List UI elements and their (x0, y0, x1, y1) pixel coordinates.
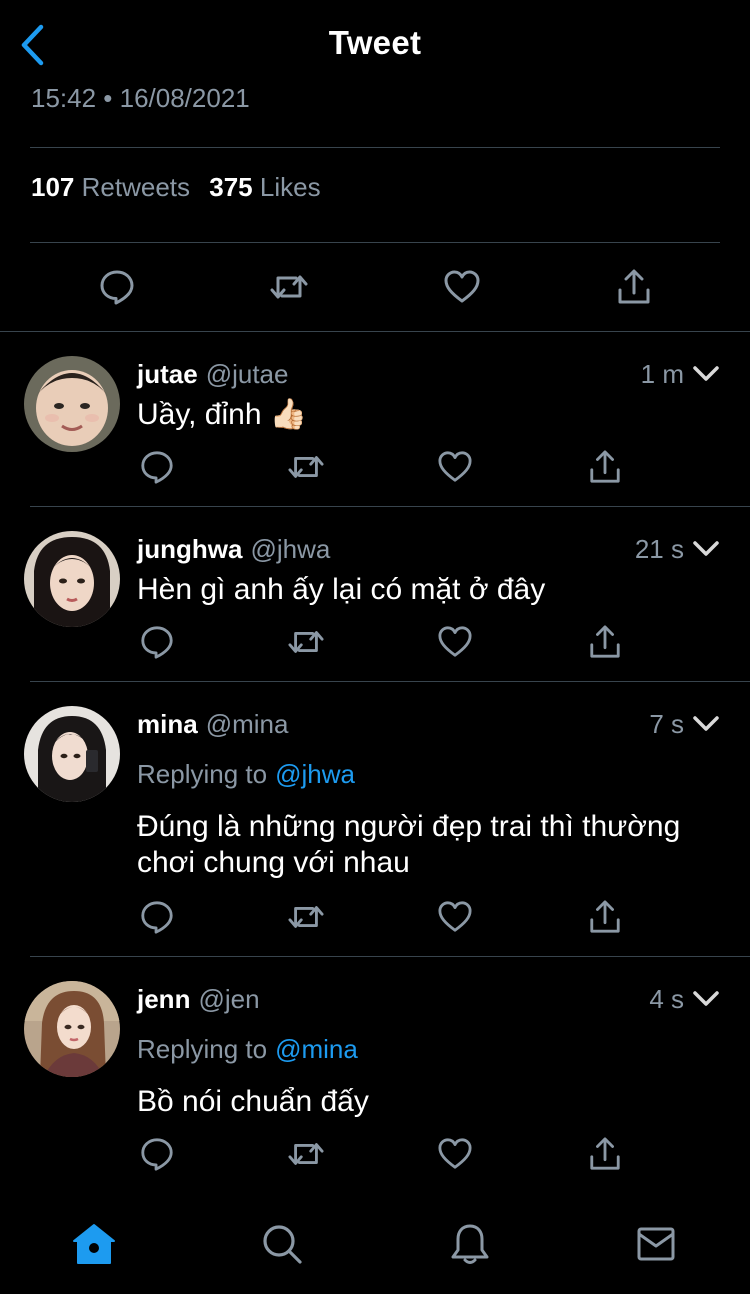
header: Tweet (0, 0, 750, 90)
home-icon (73, 1224, 115, 1264)
retweet-icon (288, 1143, 324, 1165)
reply-time: 7 s (649, 709, 684, 739)
divider (30, 242, 720, 243)
tweet-stats: 107 Retweets 375 Likes (31, 172, 333, 203)
reply-button[interactable] (136, 622, 178, 662)
search-icon (263, 1225, 302, 1264)
tab-messages[interactable] (630, 1218, 682, 1270)
share-button[interactable] (584, 897, 626, 937)
heart-icon (438, 901, 472, 932)
share-icon (590, 900, 620, 933)
heart-icon (438, 1138, 472, 1169)
bell-icon (451, 1224, 489, 1264)
tab-notifications[interactable] (444, 1218, 496, 1270)
heart-icon (438, 451, 472, 482)
likes-label[interactable]: Likes (260, 172, 321, 202)
reply-button[interactable] (136, 1134, 178, 1174)
mention-link[interactable]: @jhwa (275, 759, 355, 789)
heart-icon (444, 270, 480, 303)
reply-time: 1 m (640, 359, 684, 389)
user-handle[interactable]: @jhwa (250, 534, 330, 564)
bottom-tab-bar (0, 1200, 750, 1294)
likes-count[interactable]: 375 (209, 172, 252, 202)
like-button[interactable] (434, 897, 476, 937)
reply-author[interactable]: jutae @jutae (137, 359, 288, 390)
share-icon (590, 450, 620, 483)
like-button[interactable] (434, 447, 476, 487)
share-button[interactable] (584, 447, 626, 487)
reply-item[interactable]: mina @mina 7 s Replying to @jhwa Đúng là n… (0, 681, 750, 956)
reply-text: Uầy, đỉnh 👍🏻 (137, 398, 308, 431)
replying-to: Replying to @jhwa (137, 759, 355, 790)
display-name[interactable]: mina (137, 709, 198, 739)
retweet-button[interactable] (266, 262, 312, 312)
retweet-icon (288, 631, 324, 653)
reply-item[interactable]: jenn @jen 4 s Replying to @mina Bồ nói chu… (0, 956, 750, 1191)
user-handle[interactable]: @jutae (206, 359, 289, 389)
share-icon (590, 1137, 620, 1170)
mail-icon (637, 1227, 675, 1261)
reply-icon (141, 626, 173, 659)
reply-item[interactable]: junghwa @jhwa 21 s Hèn gì anh ấy lại có m… (0, 506, 750, 681)
reply-button[interactable] (96, 262, 138, 312)
reply-author[interactable]: jenn @jen (137, 984, 260, 1015)
display-name[interactable]: jenn (137, 984, 190, 1014)
reply-icon (100, 270, 134, 305)
reply-text: Hèn gì anh ấy lại có mặt ở đây (137, 573, 546, 606)
reply-text: Đúng là những người đẹp trai thì thường … (137, 810, 681, 879)
chevron-down-icon[interactable] (692, 710, 720, 738)
reply-button[interactable] (136, 897, 178, 937)
reply-author[interactable]: mina @mina (137, 709, 288, 740)
retweets-count[interactable]: 107 (31, 172, 74, 202)
chevron-down-icon[interactable] (692, 535, 720, 563)
like-button[interactable] (440, 262, 484, 312)
retweet-button[interactable] (284, 447, 328, 487)
reply-icon (141, 901, 173, 934)
replying-to-label: Replying to (137, 1034, 268, 1064)
share-button[interactable] (584, 622, 626, 662)
reply-author[interactable]: junghwa @jhwa (137, 534, 330, 565)
replying-to: Replying to @mina (137, 1034, 358, 1065)
retweets-label[interactable]: Retweets (82, 172, 190, 202)
retweet-button[interactable] (284, 897, 328, 937)
tab-search[interactable] (256, 1218, 308, 1270)
avatar[interactable] (24, 356, 120, 452)
retweet-icon (270, 275, 308, 299)
divider (30, 147, 720, 148)
display-name[interactable]: junghwa (137, 534, 242, 564)
replying-to-label: Replying to (137, 759, 268, 789)
share-icon (618, 269, 650, 304)
retweet-icon (288, 456, 324, 478)
reply-item[interactable]: jutae @jutae 1 m Uầy, đỉnh 👍🏻 (0, 331, 750, 506)
page-title: Tweet (328, 24, 422, 61)
retweet-icon (288, 906, 324, 928)
reply-icon (141, 451, 173, 484)
like-button[interactable] (434, 622, 476, 662)
reply-time: 4 s (649, 984, 684, 1014)
retweet-button[interactable] (284, 1134, 328, 1174)
mention-link[interactable]: @mina (275, 1034, 358, 1064)
tweet-action-bar (0, 262, 750, 312)
reply-text: Bồ nói chuẩn đấy (137, 1085, 369, 1118)
like-button[interactable] (434, 1134, 476, 1174)
avatar[interactable] (24, 981, 120, 1077)
avatar[interactable] (24, 531, 120, 627)
share-button[interactable] (584, 1134, 626, 1174)
reply-time: 21 s (634, 534, 684, 564)
retweet-button[interactable] (284, 622, 328, 662)
tab-home[interactable] (68, 1218, 120, 1270)
avatar[interactable] (24, 706, 120, 802)
user-handle[interactable]: @mina (206, 709, 289, 739)
display-name[interactable]: jutae (137, 359, 198, 389)
reply-button[interactable] (136, 447, 178, 487)
tweet-timestamp: 15:42 • 16/08/2021 (31, 83, 250, 113)
chevron-down-icon[interactable] (692, 985, 720, 1013)
reply-icon (141, 1138, 173, 1171)
tweet-detail-screen: Tweet 15:42 • 16/08/2021 107 Retweets 37… (0, 0, 750, 1294)
user-handle[interactable]: @jen (198, 984, 259, 1014)
chevron-down-icon[interactable] (692, 360, 720, 388)
heart-icon (438, 626, 472, 657)
share-icon (590, 625, 620, 658)
share-button[interactable] (612, 262, 656, 312)
